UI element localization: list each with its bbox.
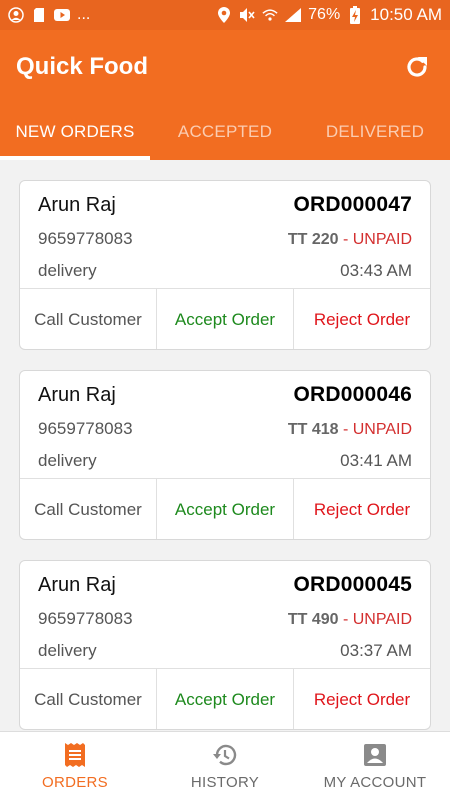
account-circle-icon xyxy=(8,7,24,23)
accept-order-button[interactable]: Accept Order xyxy=(157,479,294,539)
status-bar-left: ... xyxy=(8,6,90,24)
refresh-button[interactable] xyxy=(400,50,434,84)
status-separator: - xyxy=(338,231,353,248)
nav-history-label: HISTORY xyxy=(190,773,260,791)
order-time: 03:37 AM xyxy=(340,641,412,660)
customer-phone: 9659778083 xyxy=(38,229,133,248)
order-time: 03:43 AM xyxy=(340,261,412,280)
orders-list[interactable]: Arun Raj ORD000047 9659778083 TT 220 - U… xyxy=(0,160,450,731)
customer-phone: 9659778083 xyxy=(38,609,133,628)
nav-my-account[interactable]: MY ACCOUNT xyxy=(300,732,450,800)
call-customer-button[interactable]: Call Customer xyxy=(20,669,157,729)
order-amount: TT 418 xyxy=(287,421,339,438)
nav-my-account-label: MY ACCOUNT xyxy=(323,773,427,791)
call-customer-button[interactable]: Call Customer xyxy=(20,289,157,349)
order-type: delivery xyxy=(38,451,97,470)
payment-status: UNPAID xyxy=(352,231,412,248)
youtube-icon xyxy=(54,7,70,23)
nav-history[interactable]: HISTORY xyxy=(150,732,300,800)
reject-order-button[interactable]: Reject Order xyxy=(294,479,430,539)
mute-icon xyxy=(239,7,255,23)
order-id: ORD000045 xyxy=(293,573,412,596)
tab-new-orders[interactable]: NEW ORDERS xyxy=(0,104,150,160)
accept-order-button[interactable]: Accept Order xyxy=(157,669,294,729)
history-icon xyxy=(212,742,238,768)
order-amount-status: TT 220 - UNPAID xyxy=(288,231,412,249)
tab-accepted[interactable]: ACCEPTED xyxy=(150,104,300,160)
signal-icon xyxy=(285,7,302,23)
receipt-icon xyxy=(62,742,88,768)
order-details: Arun Raj ORD000047 9659778083 TT 220 - U… xyxy=(20,181,430,288)
customer-name: Arun Raj xyxy=(38,194,116,216)
status-bar-right: 76% 10:50 AM xyxy=(216,5,442,25)
payment-status: UNPAID xyxy=(352,421,412,438)
nav-orders[interactable]: ORDERS xyxy=(0,732,150,800)
battery-charging-icon xyxy=(347,6,363,24)
order-actions: Call Customer Accept Order Reject Order xyxy=(20,478,430,539)
order-id: ORD000046 xyxy=(293,383,412,406)
sd-card-icon xyxy=(31,7,47,23)
reject-order-button[interactable]: Reject Order xyxy=(294,669,430,729)
account-box-icon xyxy=(362,742,388,768)
payment-status: UNPAID xyxy=(352,611,412,628)
accept-order-button[interactable]: Accept Order xyxy=(157,289,294,349)
reject-order-button[interactable]: Reject Order xyxy=(294,289,430,349)
status-separator: - xyxy=(338,421,353,438)
order-card: Arun Raj ORD000046 9659778083 TT 418 - U… xyxy=(19,370,431,540)
clock: 10:50 AM xyxy=(370,5,442,24)
order-card: Arun Raj ORD000047 9659778083 TT 220 - U… xyxy=(19,180,431,350)
order-amount: TT 220 xyxy=(287,231,339,248)
location-icon xyxy=(216,7,232,23)
order-details: Arun Raj ORD000045 9659778083 TT 490 - U… xyxy=(20,561,430,668)
order-amount-status: TT 490 - UNPAID xyxy=(288,611,412,629)
wifi-icon xyxy=(262,7,278,23)
order-amount: TT 490 xyxy=(287,611,339,628)
bottom-navigation: ORDERS HISTORY MY ACCOUNT xyxy=(0,731,450,800)
refresh-icon xyxy=(407,57,427,77)
order-tabs: NEW ORDERS ACCEPTED DELIVERED xyxy=(0,104,450,160)
order-id: ORD000047 xyxy=(293,193,412,216)
order-actions: Call Customer Accept Order Reject Order xyxy=(20,668,430,729)
status-ellipsis: ... xyxy=(77,6,91,23)
order-type: delivery xyxy=(38,261,97,280)
status-bar: ... 76% 10:50 AM xyxy=(0,0,450,30)
order-time: 03:41 AM xyxy=(340,451,412,470)
call-customer-button[interactable]: Call Customer xyxy=(20,479,157,539)
app-bar: Quick Food xyxy=(0,30,450,104)
battery-percent: 76% xyxy=(308,6,341,23)
nav-orders-label: ORDERS xyxy=(42,773,108,791)
app-title: Quick Food xyxy=(16,53,148,80)
tab-delivered[interactable]: DELIVERED xyxy=(300,104,450,160)
status-separator: - xyxy=(338,611,353,628)
order-actions: Call Customer Accept Order Reject Order xyxy=(20,288,430,349)
customer-name: Arun Raj xyxy=(38,384,116,406)
customer-name: Arun Raj xyxy=(38,574,116,596)
order-amount-status: TT 418 - UNPAID xyxy=(288,421,412,439)
customer-phone: 9659778083 xyxy=(38,419,133,438)
order-card: Arun Raj ORD000045 9659778083 TT 490 - U… xyxy=(19,560,431,730)
order-details: Arun Raj ORD000046 9659778083 TT 418 - U… xyxy=(20,371,430,478)
order-type: delivery xyxy=(38,641,97,660)
